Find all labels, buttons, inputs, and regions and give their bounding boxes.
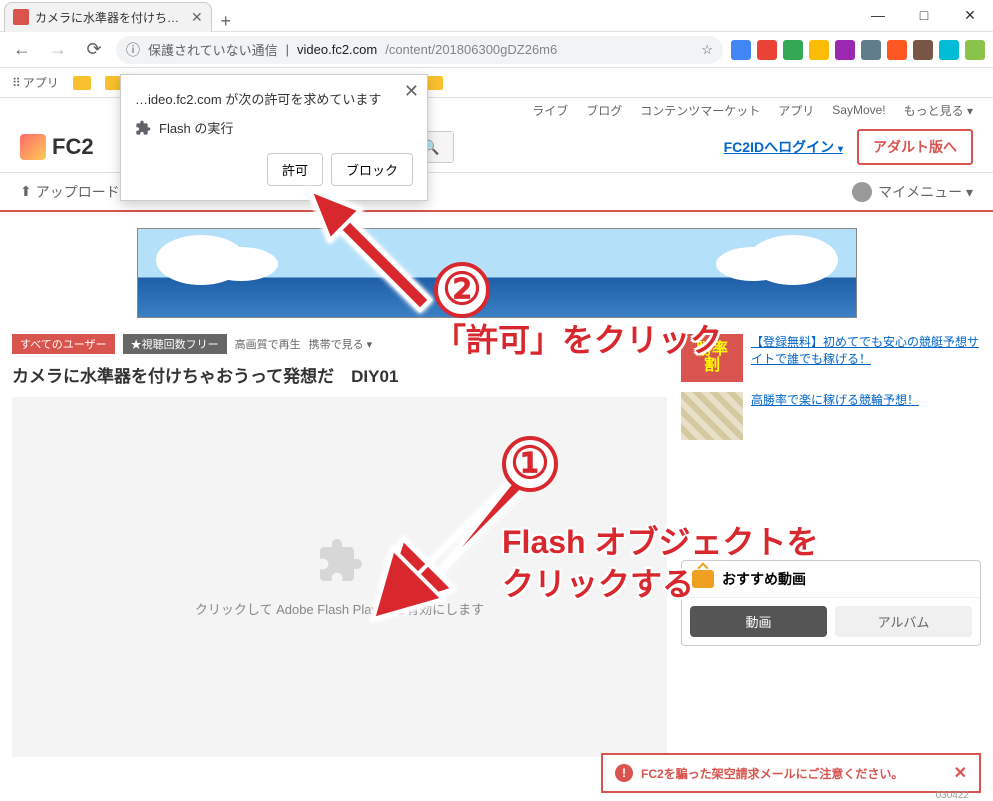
badge-view-free: ★視聴回数フリー xyxy=(123,334,227,354)
ad-text: 【登録無料】初めてでも安心の競艇予想サイトで誰でも稼げる！ xyxy=(751,334,981,382)
window-maximize-button[interactable]: □ xyxy=(901,0,947,30)
mobile-view-link[interactable]: 携帯で見る ▾ xyxy=(309,336,373,352)
extension-icon[interactable] xyxy=(731,40,751,60)
sidebar-ad[interactable]: 勝率 割 【登録無料】初めてでも安心の競艇予想サイトで誰でも稼げる！ xyxy=(681,334,981,382)
flash-plugin-icon xyxy=(316,537,364,585)
recommend-heading: おすすめ動画 xyxy=(722,569,806,589)
window-minimize-button[interactable]: — xyxy=(855,0,901,30)
warning-close-button[interactable]: ✕ xyxy=(954,763,967,783)
upload-link[interactable]: ⬆ アップロード xyxy=(20,182,120,202)
security-status: 保護されていない通信 xyxy=(148,40,278,59)
video-title: カメラに水準器を付けちゃおうって発想だ DIY01 xyxy=(12,362,667,387)
tab-close-icon[interactable]: ✕ xyxy=(191,9,203,26)
ad-text: 高勝率で楽に稼げる競輪予想！ xyxy=(751,392,919,440)
viewer-count: 030422 xyxy=(936,790,969,801)
warning-toast: ! FC2を騙った架空請求メールにご注意ください。 ✕ xyxy=(601,753,981,793)
banner-ad[interactable] xyxy=(137,228,857,318)
logo-text: FC2 xyxy=(52,134,94,160)
extension-icon[interactable] xyxy=(809,40,829,60)
extension-icon[interactable] xyxy=(913,40,933,60)
nav-live[interactable]: ライブ xyxy=(532,102,568,119)
address-bar[interactable]: ⓘ 保護されていない通信 | video.fc2.com/content/201… xyxy=(116,36,723,64)
plugin-icon xyxy=(135,120,151,136)
reload-button[interactable]: ⟳ xyxy=(80,36,108,64)
tab-album[interactable]: アルバム xyxy=(835,606,972,637)
adult-version-button[interactable]: アダルト版へ xyxy=(857,129,973,165)
logo-icon xyxy=(20,134,46,160)
bookmark-star-icon[interactable]: ☆ xyxy=(701,42,713,58)
permission-origin: …ideo.fc2.com xyxy=(135,92,222,107)
caret-down-icon: ▾ xyxy=(838,144,843,155)
new-tab-button[interactable]: + xyxy=(212,11,240,32)
apps-button[interactable]: ⠿ アプリ xyxy=(8,72,63,93)
window-close-button[interactable]: ✕ xyxy=(947,0,993,30)
extension-icon[interactable] xyxy=(783,40,803,60)
extension-icon[interactable] xyxy=(861,40,881,60)
nav-app[interactable]: アプリ xyxy=(778,102,814,119)
ad-thumbnail: 勝率 割 xyxy=(681,334,743,382)
sidebar-ad[interactable]: 高勝率で楽に稼げる競輪予想！ xyxy=(681,392,981,440)
folder-icon xyxy=(73,76,91,90)
url-path: /content/201806300gDZ26m6 xyxy=(385,42,557,57)
extension-icon[interactable] xyxy=(965,40,985,60)
ad-thumbnail xyxy=(681,392,743,440)
block-button[interactable]: ブロック xyxy=(331,153,413,186)
my-menu[interactable]: マイメニュー ▾ xyxy=(852,182,973,202)
extension-icon[interactable] xyxy=(757,40,777,60)
badge-all-users: すべてのユーザー xyxy=(12,334,115,354)
extension-icon[interactable] xyxy=(835,40,855,60)
browser-tab[interactable]: カメラに水準器を付けちゃおうって発... ✕ xyxy=(4,2,212,32)
flash-placeholder[interactable]: クリックして Adobe Flash Player を有効にします xyxy=(12,397,667,757)
nav-market[interactable]: コンテンツマーケット xyxy=(640,102,760,119)
site-logo[interactable]: FC2 xyxy=(20,134,94,160)
nav-saymove[interactable]: SayMove! xyxy=(832,103,885,117)
permission-message: が次の許可を求めています xyxy=(222,92,382,107)
favicon-icon xyxy=(13,9,29,25)
hq-playback-link[interactable]: 高画質で再生 xyxy=(235,336,301,352)
forward-button[interactable]: → xyxy=(44,36,72,64)
warning-icon: ! xyxy=(615,764,633,782)
flash-enable-message: クリックして Adobe Flash Player を有効にします xyxy=(195,599,484,618)
tab-video[interactable]: 動画 xyxy=(690,606,827,637)
url-host: video.fc2.com xyxy=(297,42,377,57)
tab-title: カメラに水準器を付けちゃおうって発... xyxy=(35,9,185,26)
tv-icon xyxy=(692,570,714,588)
avatar-icon xyxy=(852,182,872,202)
upload-icon: ⬆ xyxy=(20,183,32,200)
extension-icon[interactable] xyxy=(939,40,959,60)
site-info-icon[interactable]: ⓘ xyxy=(126,40,140,60)
back-button[interactable]: ← xyxy=(8,36,36,64)
dialog-close-button[interactable]: ✕ xyxy=(404,81,419,102)
nav-more[interactable]: もっと見る ▾ xyxy=(904,102,973,119)
allow-button[interactable]: 許可 xyxy=(267,153,323,186)
warning-text: FC2を騙った架空請求メールにご注意ください。 xyxy=(641,765,903,782)
login-link[interactable]: FC2IDへログイン ▾ xyxy=(724,137,843,157)
permission-dialog: ✕ …ideo.fc2.com が次の許可を求めています Flash の実行 許… xyxy=(120,74,428,201)
apps-label: アプリ xyxy=(23,74,59,91)
extension-icon[interactable] xyxy=(887,40,907,60)
permission-item: Flash の実行 xyxy=(159,118,233,137)
nav-blog[interactable]: ブログ xyxy=(586,102,622,119)
bookmark-folder[interactable] xyxy=(69,74,95,92)
